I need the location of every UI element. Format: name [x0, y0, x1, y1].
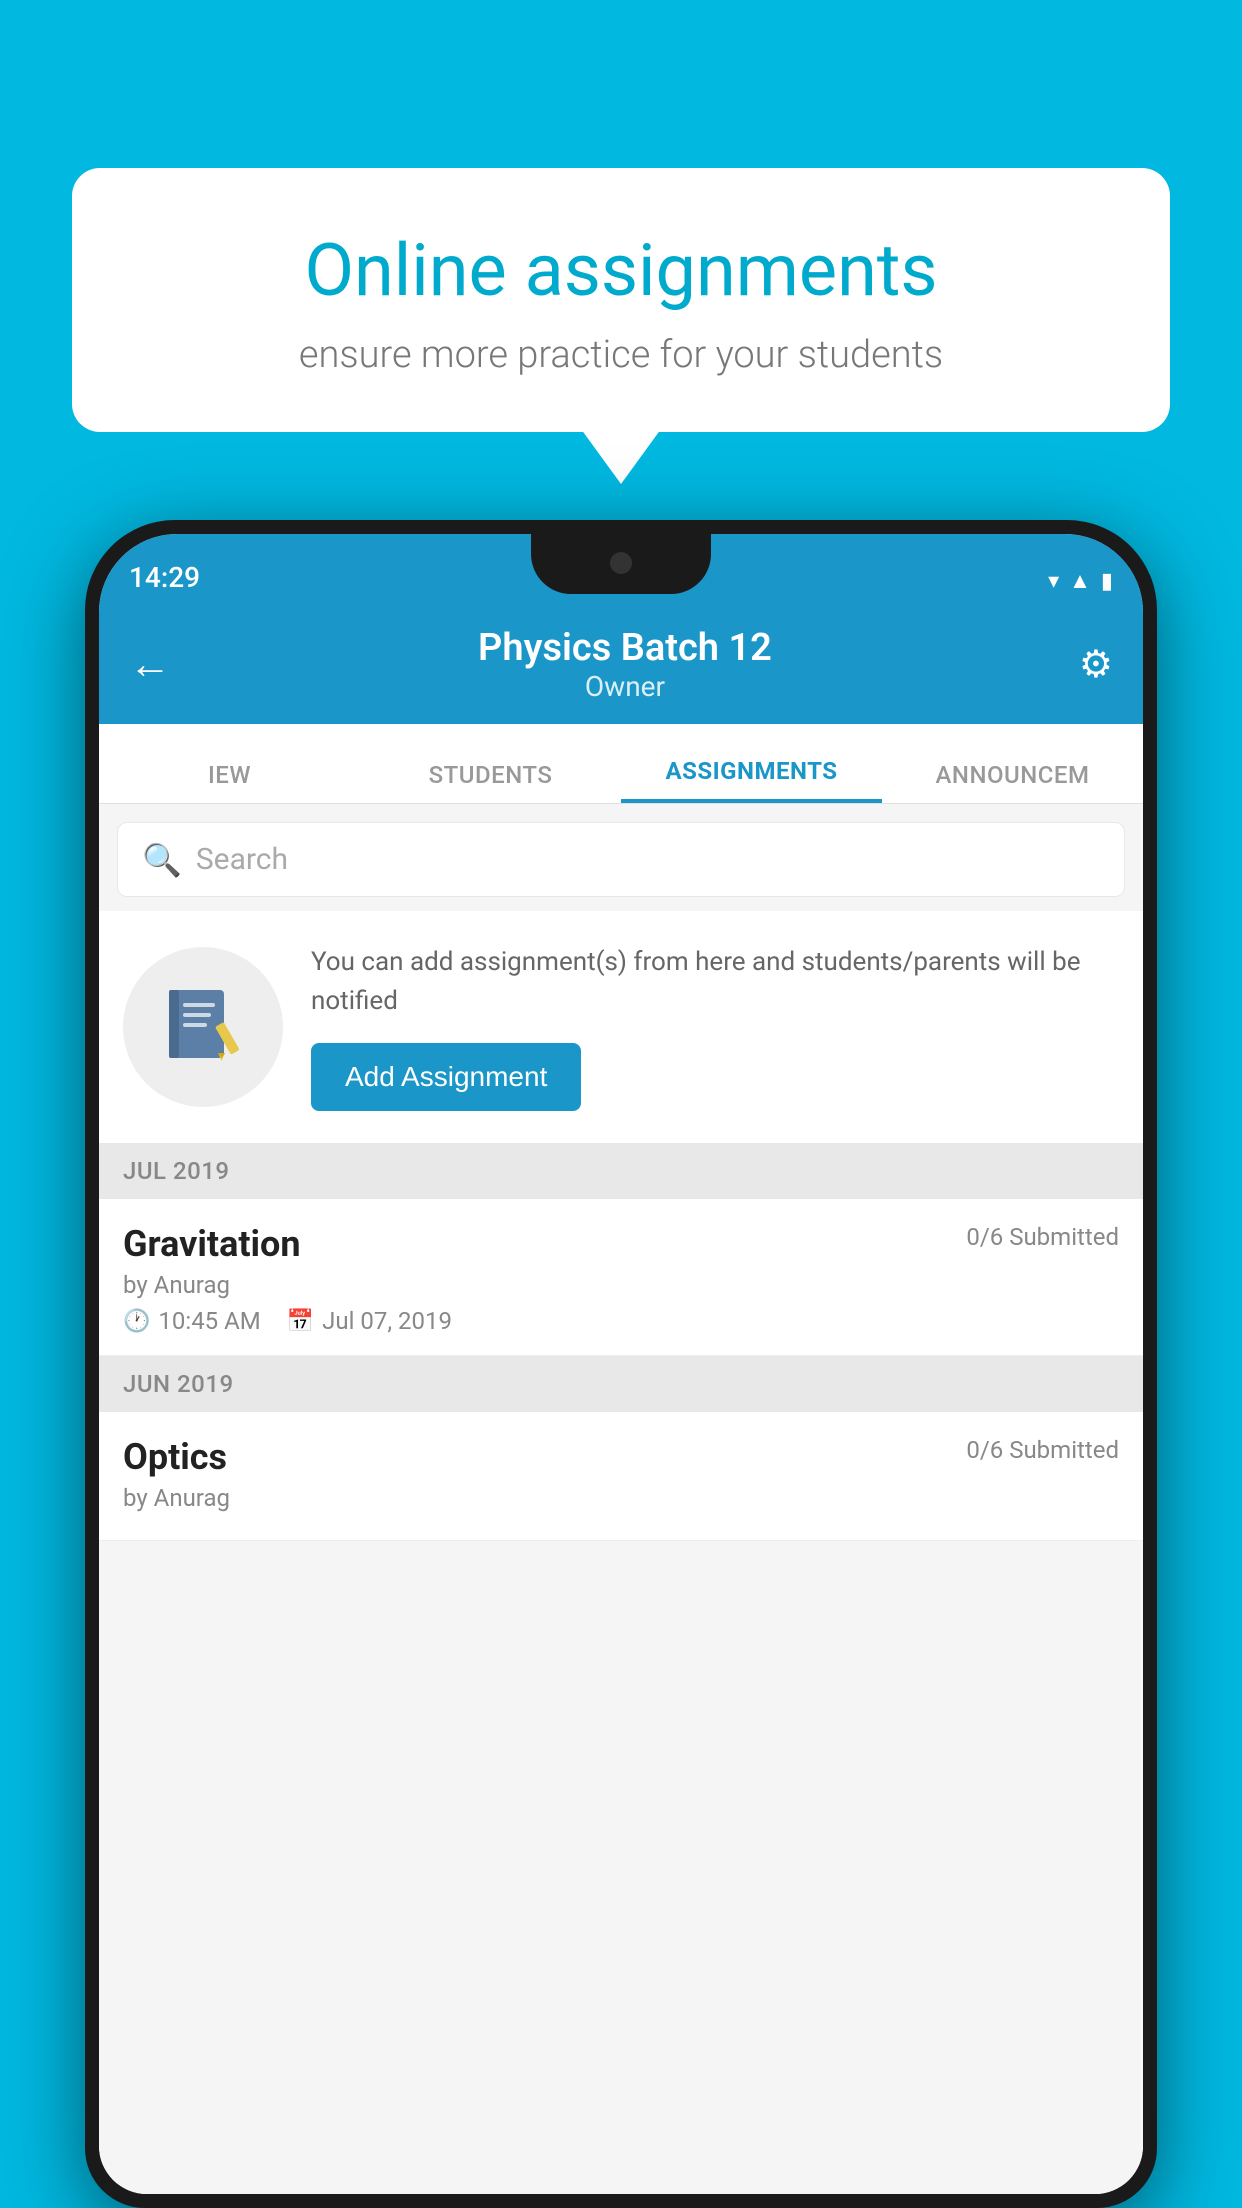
phone-inner: 14:29 ▾ ▲ ▮ ← Physics Batch 12 Owner ⚙ I… [99, 534, 1143, 2194]
assignment-gravitation[interactable]: Gravitation 0/6 Submitted by Anurag 🕐 10… [99, 1199, 1143, 1356]
section-jun-2019: JUN 2019 [99, 1356, 1143, 1412]
add-assignment-button[interactable]: Add Assignment [311, 1043, 581, 1111]
assignment-top-row: Gravitation 0/6 Submitted [123, 1223, 1119, 1265]
status-time: 14:29 [129, 561, 200, 594]
clock-icon: 🕐 [123, 1309, 150, 1334]
assignment-date-value: Jul 07, 2019 [322, 1307, 452, 1335]
assignment-name-optics: Optics [123, 1436, 227, 1478]
assignment-top-row-optics: Optics 0/6 Submitted [123, 1436, 1119, 1478]
assignment-submitted-optics: 0/6 Submitted [966, 1436, 1119, 1464]
signal-icon: ▲ [1069, 568, 1091, 594]
speech-bubble-title: Online assignments [132, 228, 1110, 313]
camera-notch [610, 552, 632, 574]
assignment-submitted-gravitation: 0/6 Submitted [966, 1223, 1119, 1251]
speech-bubble-subtitle: ensure more practice for your students [132, 333, 1110, 377]
tab-iew[interactable]: IEW [99, 761, 360, 803]
header-title: Physics Batch 12 Owner [171, 626, 1079, 703]
batch-name: Physics Batch 12 [171, 626, 1079, 670]
promo-text: You can add assignment(s) from here and … [311, 943, 1119, 1111]
assignment-time-value: 10:45 AM [158, 1307, 260, 1335]
assignment-meta-gravitation: 🕐 10:45 AM 📅 Jul 07, 2019 [123, 1307, 1119, 1335]
search-icon: 🔍 [142, 841, 182, 879]
content-area: 🔍 Search [99, 804, 1143, 2194]
assignment-promo: You can add assignment(s) from here and … [99, 911, 1143, 1143]
search-input-placeholder[interactable]: Search [196, 842, 288, 877]
assignment-optics[interactable]: Optics 0/6 Submitted by Anurag [99, 1412, 1143, 1541]
notebook-icon [161, 985, 246, 1070]
speech-bubble: Online assignments ensure more practice … [72, 168, 1170, 432]
assignment-name-gravitation: Gravitation [123, 1223, 301, 1265]
assignment-by-gravitation: by Anurag [123, 1271, 1119, 1299]
back-button[interactable]: ← [129, 640, 171, 689]
notch [531, 534, 711, 594]
calendar-icon: 📅 [287, 1309, 314, 1334]
tab-assignments[interactable]: ASSIGNMENTS [621, 757, 882, 803]
owner-label: Owner [171, 670, 1079, 703]
settings-icon[interactable]: ⚙ [1079, 642, 1113, 687]
search-bar[interactable]: 🔍 Search [117, 822, 1125, 897]
tabs-bar: IEW STUDENTS ASSIGNMENTS ANNOUNCEM [99, 724, 1143, 804]
wifi-icon: ▾ [1048, 569, 1059, 594]
status-icons: ▾ ▲ ▮ [1048, 568, 1113, 594]
app-header: ← Physics Batch 12 Owner ⚙ [99, 604, 1143, 724]
tab-announcements[interactable]: ANNOUNCEM [882, 761, 1143, 803]
promo-description: You can add assignment(s) from here and … [311, 943, 1119, 1021]
section-jul-2019: JUL 2019 [99, 1143, 1143, 1199]
phone-frame: 14:29 ▾ ▲ ▮ ← Physics Batch 12 Owner ⚙ I… [85, 520, 1157, 2208]
assignment-by-optics: by Anurag [123, 1484, 1119, 1512]
battery-icon: ▮ [1101, 569, 1113, 594]
assignment-date: 📅 Jul 07, 2019 [287, 1307, 452, 1335]
tab-students[interactable]: STUDENTS [360, 761, 621, 803]
assignment-time: 🕐 10:45 AM [123, 1307, 261, 1335]
promo-icon-circle [123, 947, 283, 1107]
